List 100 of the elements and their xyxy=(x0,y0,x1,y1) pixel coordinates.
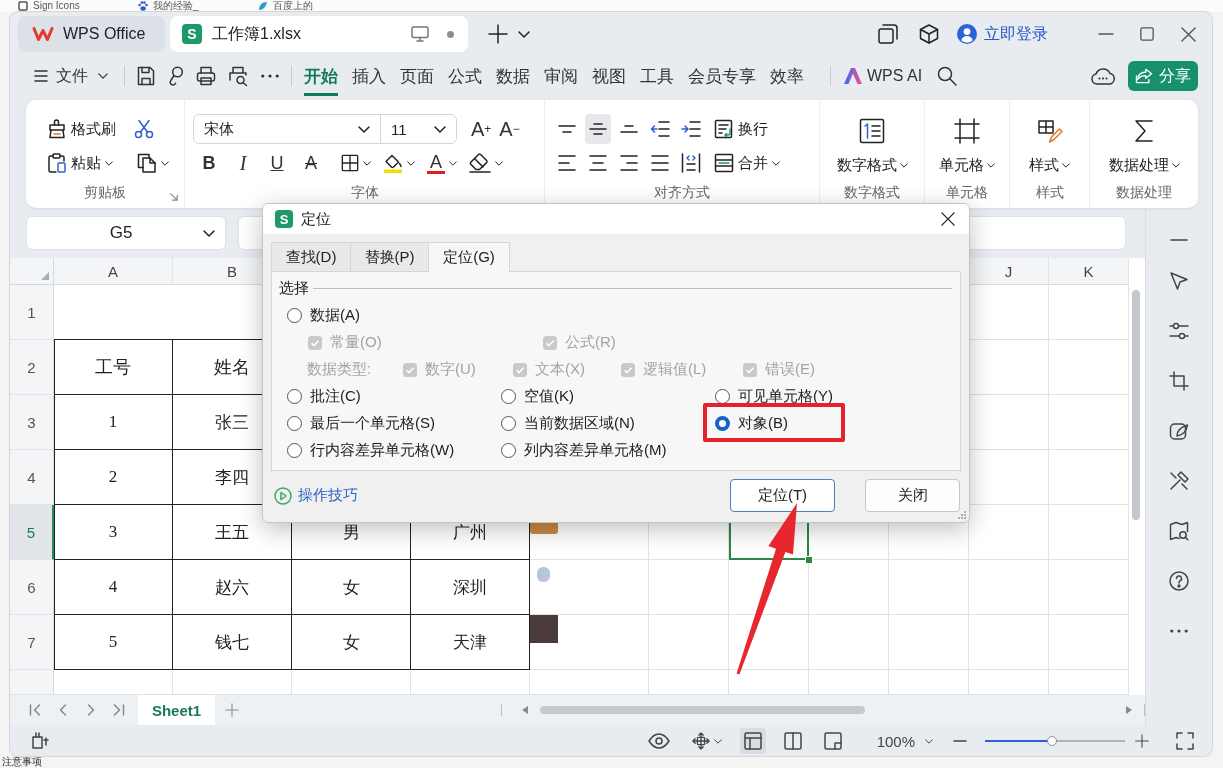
bookmark-link[interactable]: 百度上的 xyxy=(258,0,378,12)
map-search-icon[interactable] xyxy=(1169,521,1189,541)
leaf-icon[interactable] xyxy=(1169,421,1189,441)
paint-bucket-icon[interactable] xyxy=(383,153,403,173)
align-top-icon[interactable] xyxy=(557,125,577,133)
increase-indent-icon[interactable] xyxy=(681,121,701,137)
previous-sheet-icon[interactable] xyxy=(59,704,67,716)
ribbon-tab[interactable]: 审阅 xyxy=(544,56,578,96)
share-button[interactable]: 分享 xyxy=(1128,61,1198,91)
crop-icon[interactable] xyxy=(1169,371,1189,391)
name-box[interactable]: G5 xyxy=(26,216,226,250)
merge-cells-button[interactable]: 合并 xyxy=(710,148,784,178)
underline-button[interactable]: U xyxy=(263,148,291,178)
close-icon[interactable] xyxy=(1180,26,1196,42)
ribbon-tab[interactable]: 页面 xyxy=(400,56,434,96)
search-icon[interactable] xyxy=(937,66,958,86)
column-header[interactable]: K xyxy=(1049,258,1129,285)
sheet-tool-icon[interactable] xyxy=(31,732,49,750)
fullscreen-icon[interactable] xyxy=(1176,732,1194,750)
sheet-tab[interactable]: Sheet1 xyxy=(138,695,215,725)
scissors-icon[interactable] xyxy=(134,119,154,139)
row-number[interactable]: 4 xyxy=(10,450,54,505)
row-number[interactable]: 3 xyxy=(10,395,54,450)
chat-bubble-icon[interactable] xyxy=(1091,66,1115,86)
windows-icon[interactable] xyxy=(878,24,898,44)
eraser-icon[interactable] xyxy=(469,153,491,173)
font-name-field[interactable]: 宋体 xyxy=(193,114,381,144)
dialog-tab[interactable]: 定位(G) xyxy=(428,242,510,272)
bookmark-link[interactable]: Sign Icons xyxy=(18,0,138,12)
distributed-icon[interactable] xyxy=(681,153,701,173)
first-sheet-icon[interactable] xyxy=(29,704,41,716)
italic-button[interactable]: I xyxy=(229,148,257,178)
fill-handle[interactable] xyxy=(805,556,813,564)
number-format-button[interactable]: 数字格式 xyxy=(836,114,908,175)
normal-view-icon[interactable] xyxy=(739,728,766,754)
close-button[interactable]: 关闭 xyxy=(865,479,960,512)
split-view-icon[interactable] xyxy=(783,732,802,750)
ribbon-tab[interactable]: 开始 xyxy=(304,56,338,96)
radio-option[interactable]: 对象(B) xyxy=(715,414,929,433)
sliders-icon[interactable] xyxy=(1169,321,1189,341)
monitor-icon[interactable] xyxy=(411,26,429,42)
borders-icon[interactable] xyxy=(341,154,359,172)
paste-button[interactable]: 粘贴 xyxy=(43,148,117,178)
move-icon[interactable] xyxy=(691,732,710,750)
bold-button[interactable]: B xyxy=(195,148,223,178)
horizontal-scrollbar[interactable] xyxy=(539,706,865,714)
radio-option[interactable]: 空值(K) xyxy=(501,387,715,406)
dialog-tab[interactable]: 替换(P) xyxy=(350,242,429,271)
cells-button[interactable]: 单元格 xyxy=(939,114,995,175)
caret-icon[interactable] xyxy=(407,160,415,166)
window-tab[interactable]: S 工作簿1.xlsx xyxy=(170,16,468,52)
file-menu-button[interactable]: 文件 xyxy=(30,65,112,87)
help-icon[interactable] xyxy=(1169,571,1189,591)
column-header[interactable]: A xyxy=(54,258,173,285)
launcher-icon[interactable] xyxy=(170,193,178,201)
tools-icon[interactable] xyxy=(1169,471,1189,491)
dialog-tab[interactable]: 查找(D) xyxy=(271,242,351,271)
ai-button[interactable]: WPS AI xyxy=(843,67,923,85)
eye-icon[interactable] xyxy=(647,733,670,749)
row-number[interactable]: 5 xyxy=(10,505,54,560)
radio-option[interactable]: 可见单元格(Y) xyxy=(715,387,929,406)
resize-grip-icon[interactable] xyxy=(958,511,966,519)
row-number[interactable]: 1 xyxy=(10,285,54,340)
radio-option[interactable]: 当前数据区域(N) xyxy=(501,414,715,433)
ribbon-tab[interactable]: 效率 xyxy=(770,56,804,96)
vertical-scrollbar[interactable] xyxy=(1131,290,1140,520)
data-tools-button[interactable]: 数据处理 xyxy=(1108,114,1180,175)
align-bottom-icon[interactable] xyxy=(619,125,639,133)
caret-icon[interactable] xyxy=(495,160,503,166)
strike-button[interactable]: A xyxy=(297,148,325,178)
new-tab-icon[interactable] xyxy=(488,24,508,44)
locate-button[interactable]: 定位(T) xyxy=(730,479,835,512)
more-icon[interactable] xyxy=(1170,629,1188,633)
styles-button[interactable]: 样式 xyxy=(1029,114,1070,175)
wrap-text-button[interactable]: 换行 xyxy=(710,114,772,144)
last-sheet-icon[interactable] xyxy=(113,704,125,716)
align-middle-icon[interactable] xyxy=(585,114,611,144)
print-preview-icon[interactable] xyxy=(228,66,248,86)
copy-icon[interactable] xyxy=(137,153,157,173)
slider-thumb[interactable] xyxy=(1047,736,1058,746)
scroll-left-icon[interactable] xyxy=(521,706,528,714)
row-number[interactable]: 6 xyxy=(10,560,54,615)
scroll-right-icon[interactable] xyxy=(1126,706,1132,714)
reading-view-icon[interactable] xyxy=(823,732,842,750)
ribbon-tab[interactable]: 视图 xyxy=(592,56,626,96)
caret-icon[interactable] xyxy=(363,160,371,166)
next-sheet-icon[interactable] xyxy=(87,704,95,716)
more-icon[interactable] xyxy=(261,74,279,78)
ribbon-tab[interactable]: 工具 xyxy=(640,56,674,96)
align-right-icon[interactable] xyxy=(619,155,639,171)
hook-icon[interactable] xyxy=(168,66,184,86)
zoom-in-icon[interactable] xyxy=(1135,734,1149,748)
row-number[interactable]: 2 xyxy=(10,340,54,395)
window-tab[interactable]: WPS Office xyxy=(18,16,165,52)
align-center-icon[interactable] xyxy=(588,155,608,171)
ribbon-tab[interactable]: 会员专享 xyxy=(688,56,756,96)
ribbon-tab[interactable]: 公式 xyxy=(448,56,482,96)
radio-option[interactable]: 数据(A) xyxy=(287,306,501,325)
decrease-indent-icon[interactable] xyxy=(650,121,670,137)
caret-icon[interactable] xyxy=(518,30,530,38)
